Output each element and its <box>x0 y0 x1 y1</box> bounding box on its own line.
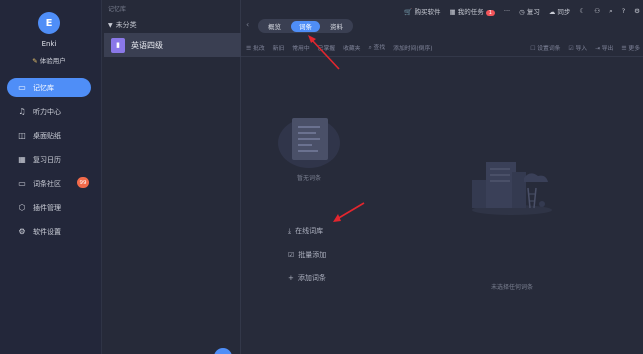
batch-add-button[interactable]: ☑ 批量添加 <box>288 250 326 260</box>
sidebar-item-plugins[interactable]: ⬡ 插件管理 <box>7 198 91 217</box>
skin-icon[interactable]: ⚇ <box>594 7 600 15</box>
tasks-badge: 1 <box>485 10 495 16</box>
back-icon[interactable]: ‹ <box>246 20 249 29</box>
toolbar-more[interactable]: ☰ 更多 <box>621 43 640 52</box>
word-toolbar: ☰ 批改 新旧 常用中 已掌握 收藏夹 ⌕ 查找 添加时间(倒序) ☐ 设置词条… <box>246 41 640 53</box>
sidebar: E Enki ✎ 体验用户 ▭ 记忆库 ♫ 听力中心 ◫ 桌面贴纸 ▦ 复习日历 ▭ 词条社… <box>0 0 102 354</box>
cloud-icon: ☁ <box>548 8 556 16</box>
toolbar-divider <box>241 56 643 57</box>
user-type-label: 体验用户 <box>39 57 66 65</box>
book-name: 英语四级 <box>131 40 163 50</box>
toolbar-export[interactable]: ⇥ 导出 <box>595 43 613 52</box>
buy-button[interactable]: 🛒 购买软件 <box>404 6 440 16</box>
add-word-button[interactable]: + 添加词条 <box>288 273 326 283</box>
more-button[interactable]: ··· <box>504 7 510 15</box>
settings-icon: ⚙ <box>18 227 26 236</box>
sidebar-item-label: 记忆库 <box>33 83 54 92</box>
chat-icon: ▭ <box>18 179 26 188</box>
sync-button[interactable]: ☁ 同步 <box>549 6 571 16</box>
sidebar-item-stickers[interactable]: ◫ 桌面贴纸 <box>7 126 91 145</box>
theme-toggle-icon[interactable]: ☾ <box>579 7 585 15</box>
tasks-label: 我的任务 <box>457 8 484 16</box>
sidebar-item-calendar[interactable]: ▦ 复习日历 <box>7 150 91 169</box>
arrow-head-online <box>333 214 341 222</box>
empty-card-icon <box>292 118 328 160</box>
buy-label: 购买软件 <box>414 8 441 16</box>
tab-overview[interactable]: 概览 <box>260 21 289 32</box>
library-title: 记忆库 <box>108 6 127 13</box>
toolbar-grade[interactable]: ☰ 批改 <box>246 43 265 52</box>
empty-detail-illustration <box>472 162 552 215</box>
add-word-label: 添加词条 <box>297 274 326 282</box>
calendar-icon: ▦ <box>449 8 456 16</box>
toolbar-common[interactable]: 常用中 <box>292 43 309 52</box>
sidebar-item-library[interactable]: ▭ 记忆库 <box>7 78 91 97</box>
search-icon[interactable]: ⌕ <box>609 7 613 16</box>
sidebar-item-community[interactable]: ▭ 词条社区 99 <box>7 174 91 193</box>
music-note-icon: ♫ <box>18 107 26 116</box>
caret-down-icon: ▼ <box>108 22 113 29</box>
sidebar-nav: ▭ 记忆库 ♫ 听力中心 ◫ 桌面贴纸 ▦ 复习日历 ▭ 词条社区 99 ⬡ 插件管理 ⚙ 软件… <box>7 78 91 246</box>
settings-icon[interactable]: ⚙ <box>634 7 640 15</box>
review-button[interactable]: ◷ 复习 <box>519 6 540 16</box>
book-item[interactable]: ▮ 英语四级 <box>104 33 241 57</box>
cart-icon: 🛒 <box>404 8 413 16</box>
sidebar-item-label: 听力中心 <box>33 107 61 116</box>
sync-label: 同步 <box>557 8 571 16</box>
toolbar-favorites[interactable]: 收藏夹 <box>343 43 360 52</box>
toolbar-search[interactable]: ⌕ 查找 <box>368 42 385 52</box>
calendar-icon: ▦ <box>18 155 26 164</box>
detail-empty-message: 未选择任何词条 <box>490 284 533 291</box>
checkbox-icon: ☑ <box>288 251 295 259</box>
download-icon: ⤓ <box>288 226 292 235</box>
tab-words[interactable]: 词条 <box>291 20 320 32</box>
tab-materials[interactable]: 资料 <box>322 21 351 32</box>
sidebar-item-label: 复习日历 <box>33 155 61 164</box>
online-library-button[interactable]: ⤓ 在线词库 <box>288 226 323 236</box>
user-tag-icon: ✎ <box>32 57 38 65</box>
tab-bar: 概览 词条 资料 <box>258 19 353 33</box>
library-column: 记忆库 ▼ 未分类 ▮ 英语四级 <box>102 0 241 354</box>
sidebar-item-listening[interactable]: ♫ 听力中心 <box>7 102 91 121</box>
help-icon[interactable]: ? <box>622 7 625 15</box>
toolbar-new-old[interactable]: 新旧 <box>273 43 285 52</box>
toolbar-set-words[interactable]: ☐ 设置词条 <box>530 43 560 52</box>
top-bar: 🛒 购买软件 ▦ 我的任务 1 ··· ◷ 复习 ☁ 同步 ☾ ⚇ ⌕ ? ⚙ <box>340 4 640 18</box>
plus-icon: + <box>288 274 294 282</box>
book-icon: ▮ <box>111 37 125 53</box>
online-library-label: 在线词库 <box>295 227 324 235</box>
sidebar-item-label: 词条社区 <box>33 179 61 188</box>
community-badge: 99 <box>77 177 89 188</box>
sidebar-item-label: 插件管理 <box>33 203 61 212</box>
user-name: Enki <box>41 40 57 48</box>
user-type: ✎ 体验用户 <box>0 55 98 65</box>
toolbar-mastered[interactable]: 已掌握 <box>318 43 335 52</box>
sidebar-item-label: 桌面贴纸 <box>33 131 61 140</box>
toolbar-import[interactable]: ☑ 导入 <box>568 43 587 52</box>
avatar[interactable]: E <box>38 12 60 34</box>
category-label: 未分类 <box>115 21 137 29</box>
cube-icon: ⬡ <box>18 203 26 212</box>
tasks-button[interactable]: ▦ 我的任务 1 <box>449 6 495 16</box>
sticker-icon: ◫ <box>18 131 26 140</box>
category-header[interactable]: ▼ 未分类 <box>108 20 137 30</box>
arrow-to-online-library <box>336 202 365 220</box>
batch-add-label: 批量添加 <box>298 251 327 259</box>
sidebar-item-settings[interactable]: ⚙ 软件设置 <box>7 222 91 241</box>
clock-icon: ◷ <box>519 8 525 16</box>
empty-message: 暂无词条 <box>296 175 321 182</box>
review-label: 复习 <box>526 8 540 16</box>
toolbar-sort[interactable]: 添加时间(倒序) <box>393 43 432 52</box>
sidebar-item-label: 软件设置 <box>33 227 61 236</box>
library-icon: ▭ <box>18 83 26 92</box>
